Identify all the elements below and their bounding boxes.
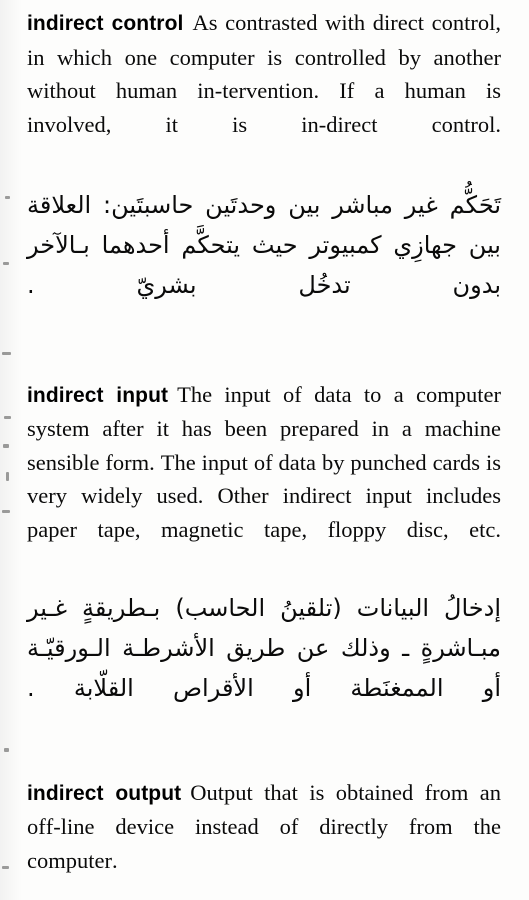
dictionary-entry: indirect output Output that is obtained f… (27, 776, 501, 900)
headword: indirect input (27, 383, 169, 407)
arabic-definition: إدخالُ البيانات (تلقينُ الحاسب) بـطريقةٍ… (27, 593, 501, 702)
headword: indirect control (27, 12, 184, 35)
scan-gutter-artifacts (0, 0, 16, 900)
dictionary-entry: indirect control As contrasted with direc… (27, 6, 501, 345)
headword: indirect output (27, 781, 182, 805)
text-column: indirect control As contrasted with direc… (27, 0, 501, 900)
arabic-definition: تَحَكُّم غير مباشر بين وحدتَين حاسبتَين:… (27, 190, 501, 299)
english-definition: indirect input The input of data to a com… (27, 378, 501, 580)
dictionary-page: indirect control As contrasted with direc… (0, 0, 529, 900)
english-definition: indirect output Output that is obtained f… (27, 776, 501, 900)
dictionary-entry: indirect input The input of data to a com… (27, 378, 501, 748)
english-definition: indirect control As contrasted with direc… (27, 6, 501, 175)
